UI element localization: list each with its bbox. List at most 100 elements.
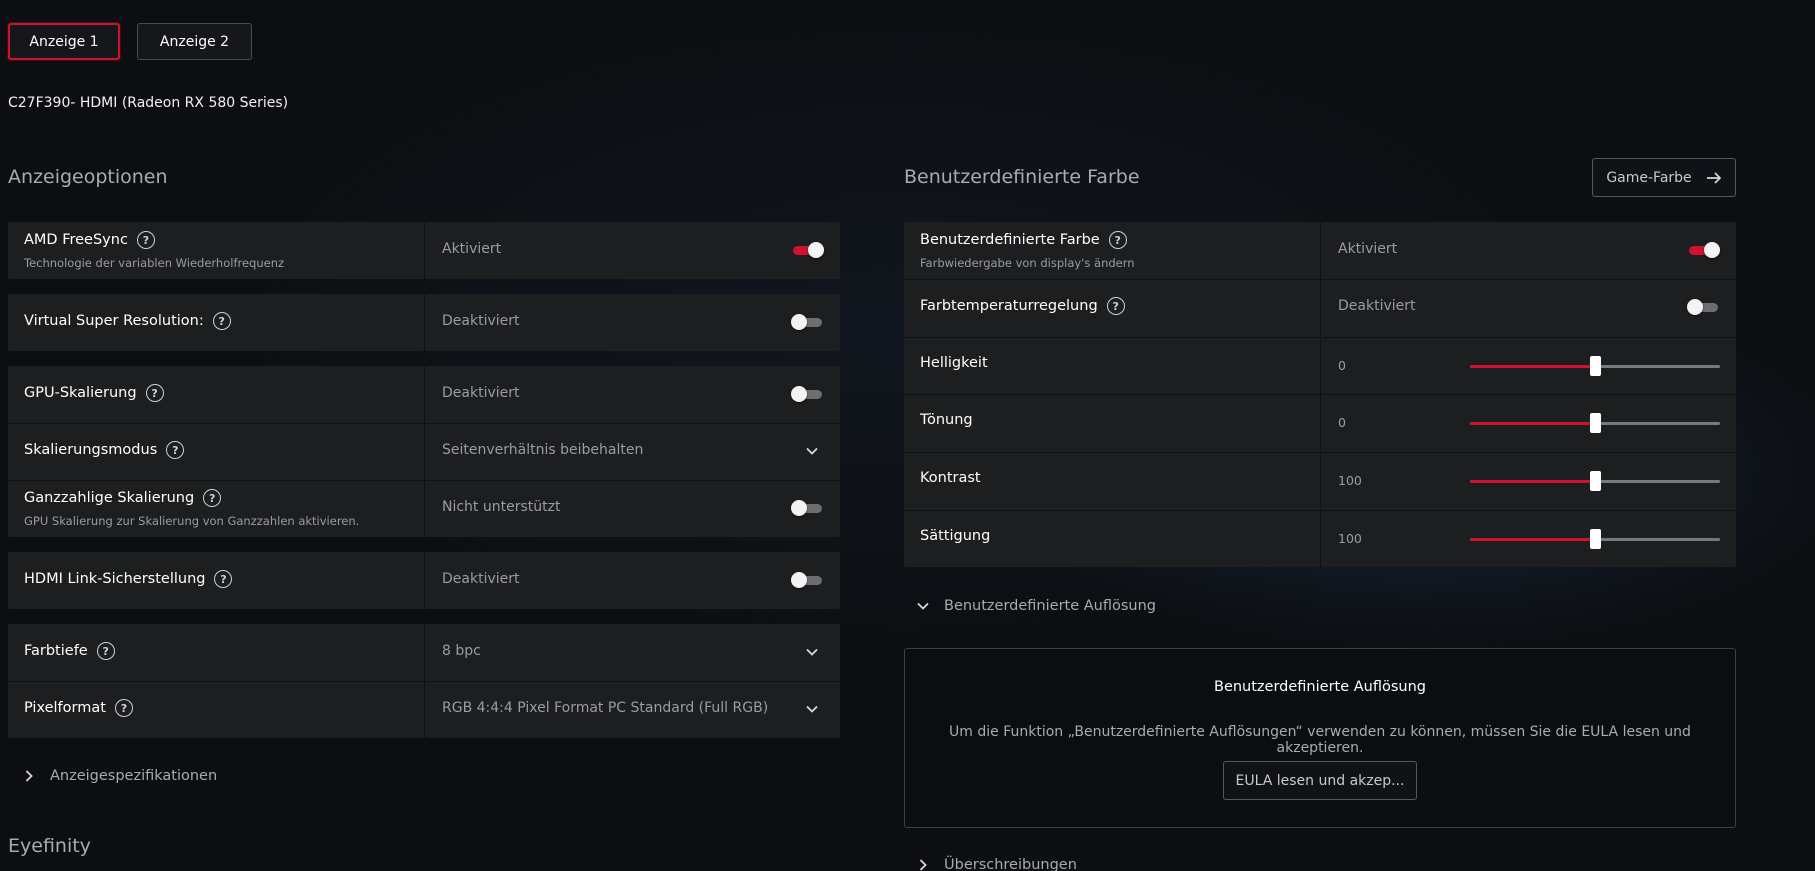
- expander-custom-resolution[interactable]: Benutzerdefinierte Auflösung: [916, 598, 1156, 614]
- custom-resolution-box: Benutzerdefinierte Auflösung Um die Funk…: [904, 648, 1736, 828]
- panel-gpu-scaling: GPU-Skalierung ? Deaktiviert Skalierungs…: [8, 366, 840, 537]
- section-title-display-options: Anzeigeoptionen: [8, 166, 168, 188]
- custom-color-subtitle: Farbwiedergabe von display's ändern: [920, 256, 1135, 270]
- contrast-label: Kontrast: [920, 470, 981, 486]
- tint-slider[interactable]: [1470, 412, 1720, 434]
- custom-color-label: Benutzerdefinierte Farbe: [920, 232, 1100, 248]
- expander-display-specs[interactable]: Anzeigespezifikationen: [22, 768, 217, 784]
- color-depth-value: 8 bpc: [442, 643, 481, 659]
- gpu-scaling-label: GPU-Skalierung: [24, 385, 137, 401]
- tint-value: 0: [1338, 415, 1346, 430]
- color-temperature-toggle[interactable]: [1687, 299, 1720, 315]
- saturation-slider[interactable]: [1470, 528, 1720, 550]
- custom-resolution-title: Benutzerdefinierte Auflösung: [1214, 679, 1426, 695]
- monitor-name: C27F390- HDMI (Radeon RX 580 Series): [8, 95, 289, 111]
- eula-button[interactable]: EULA lesen und akzep...: [1223, 761, 1417, 800]
- row-pixel-format[interactable]: Pixelformat ? RGB 4:4:4 Pixel Format PC …: [8, 681, 840, 738]
- brightness-value: 0: [1338, 358, 1346, 373]
- help-icon[interactable]: ?: [145, 384, 164, 402]
- slider-thumb[interactable]: [1590, 529, 1601, 549]
- saturation-label: Sättigung: [920, 528, 991, 544]
- vsr-value: Deaktiviert: [442, 313, 520, 329]
- tint-label: Tönung: [920, 412, 973, 428]
- row-contrast: Kontrast 100: [904, 452, 1736, 509]
- row-scaling-mode[interactable]: Skalierungsmodus ? Seitenverhältnis beib…: [8, 423, 840, 480]
- help-icon[interactable]: ?: [1108, 231, 1127, 249]
- row-custom-color: Benutzerdefinierte Farbe ? Farbwiedergab…: [904, 222, 1736, 279]
- hdmi-link-label: HDMI Link-Sicherstellung: [24, 571, 206, 587]
- vsr-toggle[interactable]: [791, 314, 824, 330]
- row-integer-scaling: Ganzzahlige Skalierung ? GPU Skalierung …: [8, 480, 840, 537]
- integer-scaling-subtitle: GPU Skalierung zur Skalierung von Ganzza…: [24, 514, 360, 528]
- help-icon[interactable]: ?: [214, 570, 233, 588]
- chevron-right-icon: [919, 859, 927, 871]
- game-color-button[interactable]: Game-Farbe: [1592, 158, 1736, 197]
- contrast-value: 100: [1338, 473, 1362, 488]
- overrides-label: Überschreibungen: [944, 857, 1077, 871]
- slider-thumb[interactable]: [1590, 471, 1601, 491]
- help-icon[interactable]: ?: [212, 312, 231, 330]
- saturation-value: 100: [1338, 531, 1362, 546]
- gpu-scaling-toggle[interactable]: [791, 386, 824, 402]
- panel-custom-color: Benutzerdefinierte Farbe ? Farbwiedergab…: [904, 222, 1736, 567]
- display-specs-label: Anzeigespezifikationen: [50, 768, 218, 784]
- color-temperature-label: Farbtemperaturregelung: [920, 298, 1098, 314]
- scaling-mode-label: Skalierungsmodus: [24, 442, 158, 458]
- tab-anzeige-2[interactable]: Anzeige 2: [137, 23, 252, 60]
- help-icon[interactable]: ?: [203, 489, 222, 507]
- section-title-eyefinity: Eyefinity: [8, 835, 91, 857]
- hdmi-link-value: Deaktiviert: [442, 571, 520, 587]
- arrow-right-icon: [1706, 171, 1721, 184]
- brightness-label: Helligkeit: [920, 355, 988, 371]
- freesync-subtitle: Technologie der variablen Wiederholfrequ…: [24, 256, 285, 270]
- row-tint: Tönung 0: [904, 394, 1736, 451]
- hdmi-link-toggle[interactable]: [791, 572, 824, 588]
- help-icon[interactable]: ?: [114, 699, 133, 717]
- vsr-label: Virtual Super Resolution:: [24, 313, 204, 329]
- row-hdmi-link: HDMI Link-Sicherstellung ? Deaktiviert: [8, 552, 840, 609]
- tab-anzeige-1[interactable]: Anzeige 1: [8, 23, 120, 60]
- chevron-down-icon[interactable]: [805, 645, 819, 659]
- gpu-scaling-value: Deaktiviert: [442, 385, 520, 401]
- custom-color-toggle[interactable]: [1687, 242, 1720, 258]
- row-gpu-scaling: GPU-Skalierung ? Deaktiviert: [8, 366, 840, 423]
- scaling-mode-value: Seitenverhältnis beibehalten: [442, 442, 644, 458]
- freesync-label: AMD FreeSync: [24, 232, 128, 248]
- section-title-custom-color: Benutzerdefinierte Farbe: [904, 166, 1140, 188]
- pixel-format-value: RGB 4:4:4 Pixel Format PC Standard (Full…: [442, 700, 769, 716]
- integer-scaling-value: Nicht unterstützt: [442, 499, 561, 515]
- help-icon[interactable]: ?: [1106, 297, 1125, 315]
- integer-scaling-toggle[interactable]: [791, 500, 824, 516]
- panel-color-format: Farbtiefe ? 8 bpc Pixelformat ? RGB 4:4:…: [8, 624, 840, 738]
- row-vsr: Virtual Super Resolution: ? Deaktiviert: [8, 294, 840, 351]
- help-icon[interactable]: ?: [136, 231, 155, 249]
- game-color-button-label: Game-Farbe: [1606, 169, 1692, 186]
- brightness-slider[interactable]: [1470, 355, 1720, 377]
- chevron-down-icon[interactable]: [805, 702, 819, 716]
- custom-resolution-text: Um die Funktion „Benutzerdefinierte Aufl…: [949, 724, 1691, 756]
- panel-hdmi-link: HDMI Link-Sicherstellung ? Deaktiviert: [8, 552, 840, 609]
- slider-thumb[interactable]: [1590, 413, 1601, 433]
- custom-resolution-expander-label: Benutzerdefinierte Auflösung: [944, 598, 1156, 614]
- chevron-down-icon[interactable]: [805, 444, 819, 458]
- eula-button-label: EULA lesen und akzep...: [1235, 772, 1405, 789]
- custom-color-value: Aktiviert: [1338, 241, 1398, 257]
- expander-overrides[interactable]: Überschreibungen: [916, 857, 1077, 871]
- panel-vsr: Virtual Super Resolution: ? Deaktiviert: [8, 294, 840, 351]
- chevron-right-icon: [25, 770, 33, 782]
- integer-scaling-label: Ganzzahlige Skalierung: [24, 490, 195, 506]
- chevron-down-icon: [917, 602, 929, 610]
- freesync-value: Aktiviert: [442, 241, 502, 257]
- row-color-depth[interactable]: Farbtiefe ? 8 bpc: [8, 624, 840, 681]
- color-depth-label: Farbtiefe: [24, 643, 88, 659]
- row-brightness: Helligkeit 0: [904, 337, 1736, 394]
- help-icon[interactable]: ?: [96, 642, 115, 660]
- pixel-format-label: Pixelformat: [24, 700, 106, 716]
- row-color-temperature: Farbtemperaturregelung ? Deaktiviert: [904, 279, 1736, 336]
- row-saturation: Sättigung 100: [904, 510, 1736, 567]
- freesync-toggle[interactable]: [791, 242, 824, 258]
- help-icon[interactable]: ?: [166, 441, 185, 459]
- panel-freesync: AMD FreeSync ? Technologie der variablen…: [8, 222, 840, 279]
- contrast-slider[interactable]: [1470, 470, 1720, 492]
- slider-thumb[interactable]: [1590, 356, 1601, 376]
